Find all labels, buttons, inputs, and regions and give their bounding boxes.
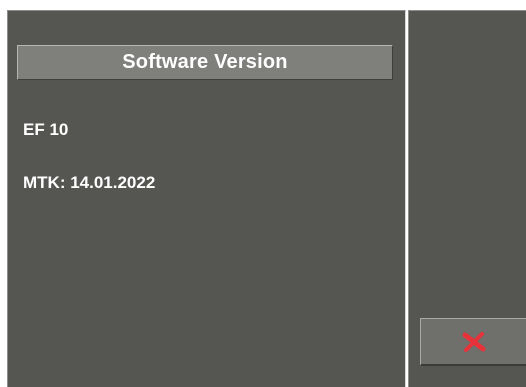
version-line-mtk: MTK: 14.01.2022 — [23, 173, 156, 192]
close-button[interactable] — [420, 318, 526, 366]
close-icon — [462, 331, 485, 352]
dialog-title: Software Version — [122, 51, 288, 73]
software-version-screen: Software Version EF 10 MTK: 14.01.2022 — [0, 0, 526, 387]
version-line-ef: EF 10 — [23, 120, 69, 139]
dialog-title-bar: Software Version — [17, 45, 393, 80]
